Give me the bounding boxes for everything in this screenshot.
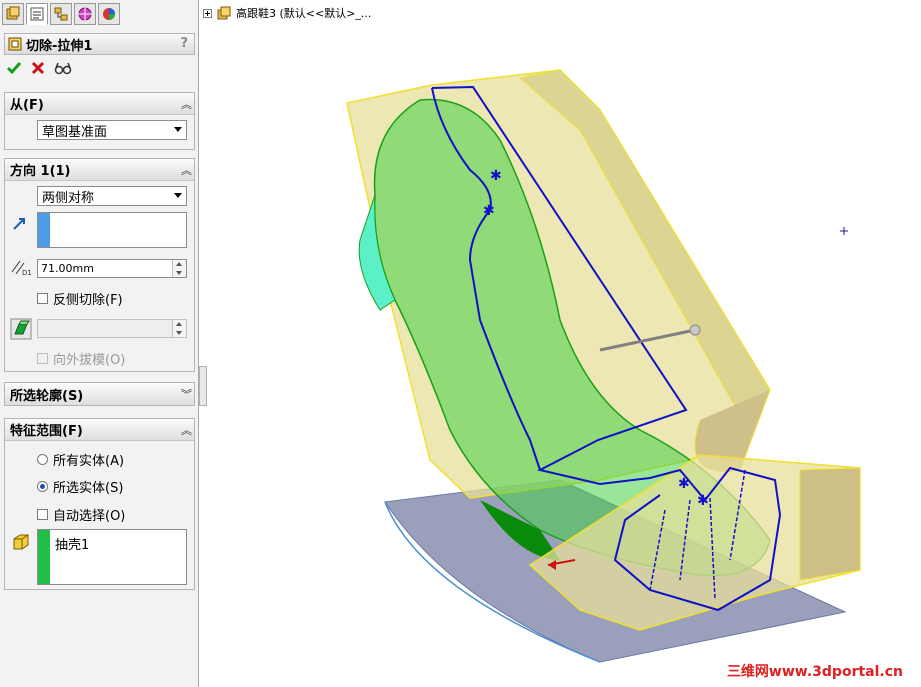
configuration-manager-tab[interactable] bbox=[50, 3, 72, 25]
preview-glasses-icon[interactable] bbox=[54, 60, 72, 76]
direction1-header[interactable]: 方向 1(1) ︽ bbox=[5, 159, 194, 181]
front-block-side bbox=[799, 467, 861, 581]
watermark: 三维网www.3dportal.cn bbox=[726, 664, 903, 680]
action-buttons bbox=[6, 60, 72, 76]
draft-outward-label: 向外拔模(O) bbox=[53, 353, 126, 368]
feature-tree-flyout: 高跟鞋3 (默认<<默认>_... bbox=[203, 5, 371, 21]
configuration-manager-icon bbox=[54, 7, 68, 21]
feature-title-bar: 切除-拉伸1 ? bbox=[4, 33, 195, 55]
direction1-group: 方向 1(1) ︽ 两侧对称 D1 71.00mm 反侧切除(F) 向外拔模(O… bbox=[4, 158, 195, 372]
all-bodies-radio[interactable]: 所有实体(A) bbox=[37, 450, 124, 469]
depth-input[interactable]: 71.00mm bbox=[37, 259, 187, 278]
collapse-chevron-icon[interactable]: ︽ bbox=[181, 422, 192, 438]
checkbox-box[interactable] bbox=[37, 353, 48, 364]
depth-icon-label: D1 bbox=[22, 269, 32, 276]
flip-side-label: 反侧切除(F) bbox=[53, 293, 123, 308]
depth-value: 71.00mm bbox=[41, 262, 94, 275]
draft-icon[interactable] bbox=[10, 318, 32, 340]
depth-spinner[interactable] bbox=[172, 260, 186, 277]
from-start-condition-select[interactable]: 草图基准面 bbox=[37, 120, 187, 140]
checkbox-box[interactable] bbox=[37, 509, 48, 520]
end-condition-value: 两侧对称 bbox=[42, 190, 95, 206]
selection-color-bar bbox=[38, 213, 50, 247]
collapse-chevron-icon[interactable]: ︽ bbox=[181, 96, 192, 112]
manager-tabs bbox=[2, 3, 120, 27]
draft-angle-input[interactable] bbox=[37, 319, 187, 338]
draft-angle-spinner[interactable] bbox=[172, 320, 186, 337]
display-manager-tab[interactable] bbox=[98, 3, 120, 25]
feature-scope-header[interactable]: 特征范围(F) ︽ bbox=[5, 419, 194, 441]
feature-title: 切除-拉伸1 bbox=[26, 38, 93, 54]
chevron-down-icon bbox=[174, 193, 182, 198]
solid-body-icon bbox=[13, 534, 29, 550]
checkbox-box[interactable] bbox=[37, 293, 48, 304]
end-condition-select[interactable]: 两侧对称 bbox=[37, 186, 187, 206]
cursor-cross-icon bbox=[840, 227, 848, 235]
panel-splitter-handle[interactable] bbox=[199, 366, 207, 406]
dimxpert-tab[interactable] bbox=[74, 3, 96, 25]
selected-bodies-label: 所选实体(S) bbox=[53, 481, 124, 496]
dimxpert-icon bbox=[78, 7, 92, 21]
depth-dimension-icon: D1 bbox=[11, 260, 32, 276]
auto-select-label: 自动选择(O) bbox=[53, 509, 126, 524]
from-group-label: 从(F) bbox=[10, 98, 44, 113]
sketch-relation-icon: ✱ bbox=[483, 203, 495, 219]
list-item[interactable]: 抽壳1 bbox=[55, 534, 89, 553]
cut-extrude-icon bbox=[8, 37, 22, 51]
from-group: 从(F) ︽ 草图基准面 bbox=[4, 92, 195, 150]
sketch-relation-icon: ✱ bbox=[697, 493, 709, 509]
from-group-header[interactable]: 从(F) ︽ bbox=[5, 93, 194, 115]
feature-scope-group: 特征范围(F) ︽ 所有实体(A) 所选实体(S) 自动选择(O) 抽壳1 bbox=[4, 418, 195, 590]
all-bodies-label: 所有实体(A) bbox=[53, 454, 125, 469]
bodies-list[interactable]: 抽壳1 bbox=[37, 529, 187, 585]
selected-contours-header[interactable]: 所选轮廓(S) ︾ bbox=[5, 383, 194, 405]
collapse-chevron-icon[interactable]: ︽ bbox=[181, 162, 192, 178]
bodies-color-bar bbox=[38, 530, 50, 584]
property-manager-icon bbox=[30, 7, 44, 21]
selected-contours-label: 所选轮廓(S) bbox=[10, 388, 84, 404]
feature-manager-tab[interactable] bbox=[2, 3, 24, 25]
expand-chevron-icon[interactable]: ︾ bbox=[181, 386, 192, 402]
ok-check-icon[interactable] bbox=[6, 60, 22, 76]
auto-select-checkbox[interactable]: 自动选择(O) bbox=[37, 505, 125, 524]
feature-manager-icon bbox=[6, 6, 20, 20]
property-manager-panel: 切除-拉伸1 ? 从(F) ︽ 草图基准面 方向 1(1) ︽ 两侧对称 D1 … bbox=[0, 0, 199, 687]
expand-plus-icon[interactable] bbox=[203, 8, 212, 18]
axis-endpoint bbox=[689, 324, 701, 336]
part-icon bbox=[217, 6, 231, 20]
direction-arrow-icon bbox=[13, 218, 25, 230]
feature-scope-label: 特征范围(F) bbox=[10, 424, 83, 439]
sketch-relation-icon: ✱ bbox=[678, 476, 690, 492]
direction-selection-box[interactable] bbox=[37, 212, 187, 248]
help-button[interactable]: ? bbox=[180, 36, 188, 51]
selected-bodies-radio[interactable]: 所选实体(S) bbox=[37, 477, 123, 496]
direction1-label: 方向 1(1) bbox=[10, 164, 71, 179]
flip-side-checkbox[interactable]: 反侧切除(F) bbox=[37, 289, 123, 308]
draft-outward-checkbox[interactable]: 向外拔模(O) bbox=[37, 349, 125, 368]
display-manager-icon bbox=[103, 8, 115, 20]
from-start-condition-value: 草图基准面 bbox=[42, 124, 108, 140]
part-name: 高跟鞋3 (默认<<默认>_... bbox=[236, 7, 372, 20]
cancel-x-icon[interactable] bbox=[30, 60, 46, 76]
graphics-viewport[interactable]: ✱ ✱ ✱ ✱ bbox=[207, 25, 921, 687]
selected-contours-group: 所选轮廓(S) ︾ bbox=[4, 382, 195, 406]
chevron-down-icon bbox=[174, 127, 182, 132]
sketch-relation-icon: ✱ bbox=[490, 168, 502, 184]
radio-button-selected[interactable] bbox=[37, 481, 48, 492]
property-manager-tab[interactable] bbox=[26, 3, 48, 25]
radio-button[interactable] bbox=[37, 454, 48, 465]
